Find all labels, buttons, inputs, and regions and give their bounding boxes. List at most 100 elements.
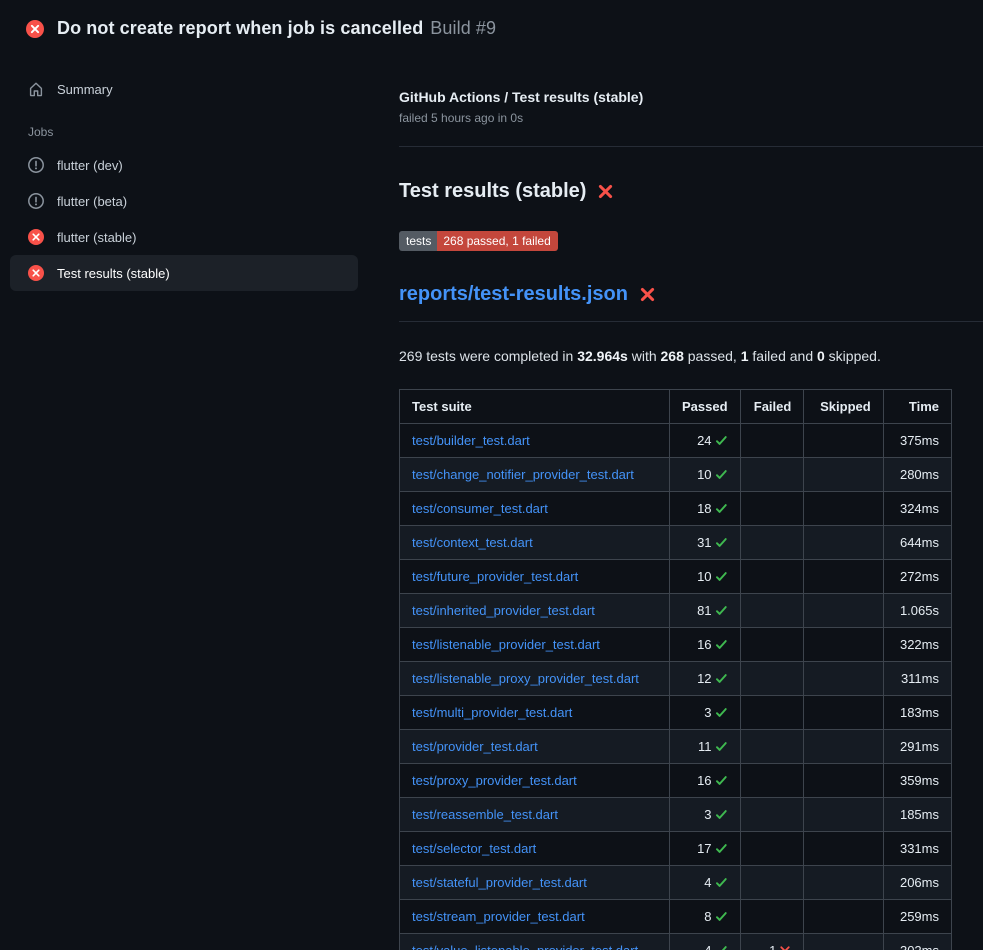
test-suite-link[interactable]: test/change_notifier_provider_test.dart [412,467,634,482]
alert-circle-icon [28,193,44,209]
x-circle-icon [28,229,44,245]
suite-cell: test/builder_test.dart [400,424,670,458]
jobs-list: flutter (dev) flutter (beta) flutter (stab… [0,147,368,291]
table-row: test/value_listenable_provider_test.dart… [400,934,952,950]
suite-cell: test/stream_provider_test.dart [400,900,670,934]
job-label: flutter (beta) [57,194,127,209]
test-suite-link[interactable]: test/inherited_provider_test.dart [412,603,595,618]
skipped-cell [804,628,883,662]
suite-cell: test/provider_test.dart [400,730,670,764]
sidebar-item-summary[interactable]: Summary [10,71,358,107]
time-cell: 322ms [883,628,951,662]
failed-cell [740,730,804,764]
passed-cell: 4 [669,934,740,950]
test-suite-link[interactable]: test/provider_test.dart [412,739,538,754]
test-suite-link[interactable]: test/future_provider_test.dart [412,569,578,584]
sidebar-item-job[interactable]: flutter (dev) [10,147,358,183]
report-file-link[interactable]: reports/test-results.json [399,283,628,306]
section-title-text: Test results (stable) [399,180,586,203]
check-icon [712,501,728,516]
sidebar-item-job[interactable]: Test results (stable) [10,255,358,291]
passed-cell: 3 [669,696,740,730]
passed-cell: 18 [669,492,740,526]
col-header-failed: Failed [740,390,804,424]
divider [399,146,983,147]
failed-cell [740,900,804,934]
failed-cell: 1 [740,934,804,950]
passed-cell: 10 [669,560,740,594]
test-suite-link[interactable]: test/multi_provider_test.dart [412,705,572,720]
check-icon [712,671,728,686]
suite-cell: test/listenable_provider_test.dart [400,628,670,662]
time-cell: 206ms [883,866,951,900]
suite-cell: test/listenable_proxy_provider_test.dart [400,662,670,696]
test-suite-link[interactable]: test/context_test.dart [412,535,533,550]
check-icon [712,773,728,788]
time-cell: 1.065s [883,594,951,628]
report-heading: reports/test-results.json [399,283,983,322]
x-circle-icon [26,20,44,38]
test-suite-link[interactable]: test/stream_provider_test.dart [412,909,585,924]
test-suite-link[interactable]: test/reassemble_test.dart [412,807,558,822]
time-cell: 272ms [883,560,951,594]
test-suite-link[interactable]: test/value_listenable_provider_test.dart [412,943,638,950]
failed-x-icon [597,183,614,200]
passed-cell: 17 [669,832,740,866]
check-icon [712,637,728,652]
skipped-cell [804,594,883,628]
suite-cell: test/change_notifier_provider_test.dart [400,458,670,492]
check-icon [712,433,728,448]
check-icon [712,535,728,550]
skipped-cell [804,560,883,594]
failed-cell [740,764,804,798]
check-icon [712,875,728,890]
sidebar-item-job[interactable]: flutter (stable) [10,219,358,255]
test-suite-link[interactable]: test/selector_test.dart [412,841,536,856]
check-icon [712,603,728,618]
check-icon [712,841,728,856]
check-icon [712,807,728,822]
tests-badge: tests268 passed, 1 failed [399,231,558,251]
build-title: Do not create report when job is cancell… [57,18,496,39]
skipped-cell [804,696,883,730]
job-label: flutter (stable) [57,230,136,245]
test-suite-link[interactable]: test/stateful_provider_test.dart [412,875,587,890]
time-cell: 291ms [883,730,951,764]
test-suite-link[interactable]: test/listenable_provider_test.dart [412,637,600,652]
table-row: test/inherited_provider_test.dart811.065… [400,594,952,628]
suite-cell: test/proxy_provider_test.dart [400,764,670,798]
failed-cell [740,560,804,594]
table-row: test/proxy_provider_test.dart16359ms [400,764,952,798]
table-row: test/change_notifier_provider_test.dart1… [400,458,952,492]
breadcrumb: GitHub Actions / Test results (stable) [399,89,983,105]
time-cell: 259ms [883,900,951,934]
skipped-cell [804,832,883,866]
test-results-table: Test suite Passed Failed Skipped Time te… [399,389,952,950]
suite-cell: test/stateful_provider_test.dart [400,866,670,900]
table-row: test/multi_provider_test.dart3183ms [400,696,952,730]
passed-cell: 8 [669,900,740,934]
skipped-cell [804,662,883,696]
job-label: Test results (stable) [57,266,170,281]
passed-cell: 16 [669,628,740,662]
time-cell: 280ms [883,458,951,492]
test-suite-link[interactable]: test/proxy_provider_test.dart [412,773,577,788]
failed-cell [740,798,804,832]
job-label: flutter (dev) [57,158,123,173]
skipped-cell [804,798,883,832]
col-header-time: Time [883,390,951,424]
test-suite-link[interactable]: test/consumer_test.dart [412,501,548,516]
passed-cell: 16 [669,764,740,798]
failed-cell [740,662,804,696]
suite-cell: test/selector_test.dart [400,832,670,866]
sidebar-item-job[interactable]: flutter (beta) [10,183,358,219]
table-header-row: Test suite Passed Failed Skipped Time [400,390,952,424]
table-row: test/listenable_provider_test.dart 16 322m… [400,628,952,662]
table-row: test/listenable_proxy_provider_test.dart… [400,662,952,696]
summary-text: 269 tests were completed in 32.964s with… [399,348,983,364]
failed-x-icon [639,286,656,303]
test-suite-link[interactable]: test/listenable_proxy_provider_test.dart [412,671,639,686]
table-row: test/reassemble_test.dart3185ms [400,798,952,832]
test-suite-link[interactable]: test/builder_test.dart [412,433,530,448]
table-row: test/builder_test.dart24375ms [400,424,952,458]
